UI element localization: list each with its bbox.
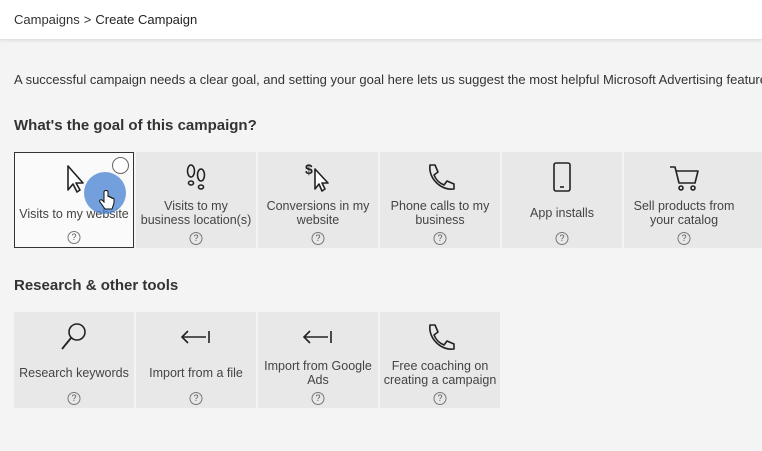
breadcrumb-campaigns-link[interactable]: Campaigns [14,12,80,27]
goal-tile-label: Sell products from your catalog [633,199,735,227]
goal-tile-phone-calls[interactable]: Phone calls to my business ? [380,152,500,248]
goal-tile-label: Conversions in my website [266,199,370,227]
goal-tile-label: App installs [530,206,594,220]
phone-icon [429,324,455,350]
help-icon[interactable]: ? [677,232,691,245]
intro-text: A successful campaign needs a clear goal… [14,72,762,87]
goal-tile-partial[interactable] [744,152,762,248]
goal-tile-business-location[interactable]: Visits to my business location(s) ? [136,152,256,248]
goal-tile-conversions[interactable]: $ Conversions in my website ? [258,152,378,248]
tool-tile-free-coaching[interactable]: Free coaching on creating a campaign ? [380,312,500,408]
tools-section-title: Research & other tools [14,277,179,294]
help-icon[interactable]: ? [555,232,569,245]
help-icon[interactable]: ? [189,232,203,245]
tool-tile-label: Free coaching on creating a campaign [383,359,497,387]
tool-tile-label: Research keywords [19,366,129,380]
goal-tiles: Visits to my website ? Visits to my busi… [14,152,746,248]
breadcrumb-current: Create Campaign [95,12,198,27]
footprints-icon [186,164,206,190]
help-icon[interactable]: ? [189,392,203,405]
search-icon [61,323,86,350]
help-icon[interactable]: ? [311,392,325,405]
tool-tile-label: Import from a file [149,366,243,380]
goal-tile-sell-products[interactable]: Sell products from your catalog ? [624,152,744,248]
help-icon[interactable]: ? [433,232,447,245]
goal-tile-label: Visits to my website [19,207,129,221]
help-icon[interactable]: ? [67,231,81,244]
breadcrumb-separator: > [83,12,92,27]
tool-tile-import-google-ads[interactable]: Import from Google Ads ? [258,312,378,408]
goal-tile-app-installs[interactable]: App installs ? [502,152,622,248]
help-icon[interactable]: ? [67,392,81,405]
help-icon[interactable]: ? [433,392,447,405]
import-arrow-icon [302,330,332,344]
goal-tile-label: Phone calls to my business [390,199,490,227]
shopping-cart-icon [670,166,699,191]
breadcrumb: Campaigns > Create Campaign [14,12,197,27]
dollar-cursor-icon: $ [305,161,329,192]
svg-text:$: $ [305,161,313,177]
tool-tile-label: Import from Google Ads [264,359,372,387]
tool-tile-research-keywords[interactable]: Research keywords ? [14,312,134,408]
help-icon[interactable]: ? [311,232,325,245]
mobile-device-icon [553,162,571,192]
goal-radio[interactable] [112,157,129,174]
cursor-arrow-icon [67,165,84,193]
tools-tiles: Research keywords ? Import from a file ?… [14,312,502,408]
top-bar: Campaigns > Create Campaign [0,0,762,40]
goal-section-title: What's the goal of this campaign? [14,117,257,134]
import-arrow-icon [180,330,210,344]
goal-tile-label: Visits to my business location(s) [140,199,252,227]
phone-icon [429,164,455,190]
goal-tile-website-visits[interactable]: Visits to my website ? [14,152,134,248]
tool-tile-import-file[interactable]: Import from a file ? [136,312,256,408]
